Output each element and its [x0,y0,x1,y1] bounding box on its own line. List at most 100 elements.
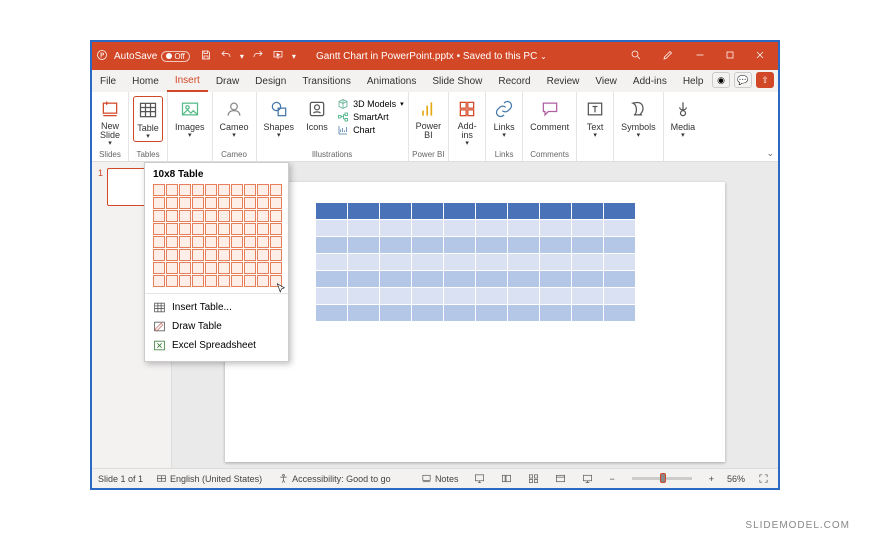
grid-cell[interactable] [231,184,243,196]
symbols-button[interactable]: Symbols ▾ [618,96,659,140]
table-size-grid[interactable] [153,184,280,287]
tab-design[interactable]: Design [247,70,294,92]
tab-file[interactable]: File [92,70,124,92]
3d-models-button[interactable]: 3D Models ▾ [337,98,404,110]
grid-cell[interactable] [257,210,269,222]
grid-cell[interactable] [231,262,243,274]
grid-cell[interactable] [166,275,178,287]
grid-cell[interactable] [218,249,230,261]
grid-cell[interactable] [270,197,282,209]
media-button[interactable]: Media ▾ [668,96,699,140]
grid-cell[interactable] [231,236,243,248]
text-button[interactable]: Text ▾ [581,96,609,140]
grid-cell[interactable] [231,197,243,209]
language-status[interactable]: English (United States) [153,473,265,484]
maximize-icon[interactable] [724,49,736,64]
collapse-ribbon-icon[interactable]: ⌄ [766,148,774,159]
table-button[interactable]: Table ▾ [133,96,163,142]
grid-cell[interactable] [257,236,269,248]
autosave-toggle[interactable]: AutoSave Off [114,51,190,62]
present-caret[interactable]: ▾ [292,52,296,61]
grid-cell[interactable] [192,262,204,274]
view-reading-icon[interactable] [552,473,569,484]
share-button[interactable]: ⇧ [756,72,774,88]
grid-cell[interactable] [192,249,204,261]
slide-counter[interactable]: Slide 1 of 1 [98,474,143,484]
excel-spreadsheet-item[interactable]: Excel Spreadsheet [145,336,288,355]
grid-cell[interactable] [179,249,191,261]
grid-cell[interactable] [244,223,256,235]
grid-cell[interactable] [218,262,230,274]
display-settings-icon[interactable] [471,473,488,484]
grid-cell[interactable] [231,210,243,222]
grid-cell[interactable] [244,262,256,274]
tab-animations[interactable]: Animations [359,70,424,92]
grid-cell[interactable] [231,249,243,261]
redo-icon[interactable] [252,49,264,64]
grid-cell[interactable] [205,249,217,261]
grid-cell[interactable] [192,223,204,235]
zoom-in-icon[interactable]: + [706,474,717,484]
grid-cell[interactable] [205,275,217,287]
tab-draw[interactable]: Draw [208,70,247,92]
grid-cell[interactable] [218,223,230,235]
grid-cell[interactable] [270,223,282,235]
document-title[interactable]: Gantt Chart in PowerPoint.pptx • Saved t… [316,51,547,62]
tab-insert[interactable]: Insert [167,70,208,92]
grid-cell[interactable] [270,262,282,274]
grid-cell[interactable] [205,236,217,248]
new-slide-button[interactable]: New Slide ▾ [96,96,124,148]
grid-cell[interactable] [179,236,191,248]
zoom-level[interactable]: 56% [727,474,745,484]
slide-canvas[interactable] [225,182,725,462]
tab-home[interactable]: Home [124,70,167,92]
grid-cell[interactable] [153,262,165,274]
comments-pane-icon[interactable]: 💬 [734,72,752,88]
grid-cell[interactable] [231,275,243,287]
grid-cell[interactable] [218,184,230,196]
tab-help[interactable]: Help [675,70,712,92]
links-button[interactable]: Links ▾ [490,96,518,140]
cameo-button[interactable]: Cameo ▾ [217,96,252,140]
images-button[interactable]: Images ▾ [172,96,208,140]
grid-cell[interactable] [270,249,282,261]
undo-caret[interactable]: ▾ [240,52,244,61]
grid-cell[interactable] [166,262,178,274]
grid-cell[interactable] [153,197,165,209]
grid-cell[interactable] [153,210,165,222]
grid-cell[interactable] [270,184,282,196]
grid-cell[interactable] [166,197,178,209]
grid-cell[interactable] [153,275,165,287]
smartart-button[interactable]: SmartArt [337,111,404,123]
tab-record[interactable]: Record [490,70,538,92]
grid-cell[interactable] [270,236,282,248]
chart-button[interactable]: Chart [337,124,404,136]
view-slideshow-icon[interactable] [579,473,596,484]
inserted-table[interactable] [315,202,636,322]
grid-cell[interactable] [192,184,204,196]
grid-cell[interactable] [153,223,165,235]
grid-cell[interactable] [244,236,256,248]
camera-tool-icon[interactable]: ◉ [712,72,730,88]
grid-cell[interactable] [166,249,178,261]
grid-cell[interactable] [244,197,256,209]
draw-mode-icon[interactable] [662,49,674,64]
grid-cell[interactable] [166,184,178,196]
icons-button[interactable]: Icons [303,96,331,134]
grid-cell[interactable] [257,249,269,261]
grid-cell[interactable] [218,197,230,209]
grid-cell[interactable] [244,210,256,222]
grid-cell[interactable] [205,210,217,222]
fit-window-icon[interactable] [755,473,772,484]
tab-slideshow[interactable]: Slide Show [424,70,490,92]
grid-cell[interactable] [179,223,191,235]
grid-cell[interactable] [153,236,165,248]
grid-cell[interactable] [192,197,204,209]
grid-cell[interactable] [231,223,243,235]
grid-cell[interactable] [192,210,204,222]
tab-addins[interactable]: Add-ins [625,70,675,92]
grid-cell[interactable] [166,223,178,235]
zoom-slider[interactable] [632,477,692,480]
grid-cell[interactable] [179,197,191,209]
tab-review[interactable]: Review [539,70,588,92]
